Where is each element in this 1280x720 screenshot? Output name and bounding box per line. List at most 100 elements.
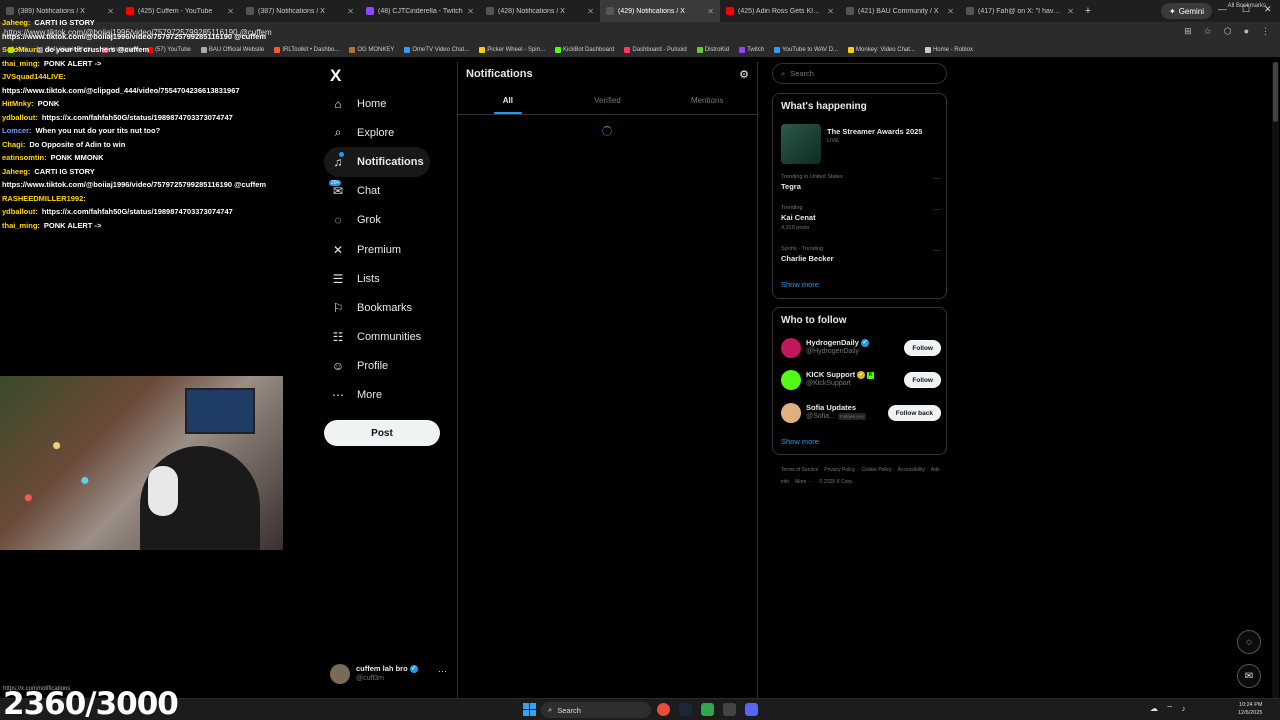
account-switcher[interactable]: cuffem lah bro ✓ @cuff3m ··· (330, 662, 450, 686)
browser-tab[interactable]: (421) BAU Community / X ✕ (840, 0, 960, 22)
footer-link[interactable]: Cookie Policy (861, 467, 891, 473)
bookmark-item[interactable]: KickBot Dashboard (554, 46, 614, 53)
trend-item[interactable]: Sports · Trending Charlie Becker ··· (781, 246, 941, 274)
bookmark-item[interactable]: YouTube to WAV D... (774, 46, 838, 53)
chat-message: thai_ming: PONK ALERT -> (2, 57, 302, 71)
page-title: Notifications (466, 68, 533, 80)
all-bookmarks[interactable]: All Bookmarks (1228, 3, 1266, 9)
x-logo[interactable]: X (330, 66, 341, 86)
cloud-icon[interactable]: ☁ (1150, 704, 1158, 714)
nav-item-lists[interactable]: ☰ Lists (324, 264, 454, 293)
menu-icon[interactable]: ⋮ (1261, 26, 1270, 37)
nav-item-more[interactable]: ⋯ More (324, 381, 454, 410)
show-more-follow-link[interactable]: Show more (781, 437, 819, 446)
bookmark-item[interactable]: Dashboard - Pulsoid (624, 46, 687, 53)
tab-all[interactable]: All (458, 90, 558, 114)
taskbar-search[interactable]: ⌕ Search (541, 702, 651, 718)
discord-icon[interactable] (745, 703, 758, 716)
tab-favicon-icon (606, 7, 614, 15)
tab-mentions[interactable]: Mentions (657, 90, 757, 114)
bookmark-item[interactable]: Home - Roblox (924, 46, 973, 53)
browser-tab[interactable]: (429) Notifications / X ✕ (600, 0, 720, 22)
footer-link[interactable]: More ··· (795, 479, 813, 485)
nav-item-grok[interactable]: ◌ Grok (324, 206, 454, 235)
close-tab-icon[interactable]: ✕ (1067, 7, 1074, 16)
nav-item-premium[interactable]: ✕ Premium (324, 235, 454, 264)
nav-item-home[interactable]: ⌂ Home (324, 89, 454, 118)
follow-button[interactable]: Follow (904, 372, 941, 388)
nav-item-profile[interactable]: ☺ Profile (324, 352, 454, 381)
gemini-button[interactable]: ✦ Gemini (1161, 3, 1213, 19)
chat-icon: ✉ (332, 184, 344, 199)
bookmark-item[interactable]: Twitch (739, 46, 764, 53)
close-tab-icon[interactable]: ✕ (587, 7, 594, 16)
nav-item-notifications[interactable]: ♫ Notifications (324, 147, 430, 177)
post-button[interactable]: Post (324, 420, 440, 446)
close-tab-icon[interactable]: ✕ (947, 7, 954, 16)
messages-icon[interactable]: ✉ (1237, 664, 1261, 688)
follows-you-badge: Follows you (837, 413, 866, 420)
install-icon[interactable]: ⊞ (1184, 26, 1192, 37)
follow-button[interactable]: Follow (904, 340, 941, 356)
chat-text: CARTI IG STORY (34, 18, 95, 27)
live-event[interactable]: The Streamer Awards 2025 LIVE (781, 124, 941, 164)
nav-item-bookmarks[interactable]: ⚐ Bookmarks (324, 293, 454, 322)
browser-tab[interactable]: (417) Fah@ on X: "I have boug✕ (960, 0, 1080, 22)
close-tab-icon[interactable]: ✕ (827, 7, 834, 16)
bookmark-item[interactable]: OmeTV Video Chat... (404, 46, 469, 53)
home-icon: ⌂ (334, 96, 342, 111)
search-input[interactable]: ⌕ Search (772, 63, 947, 84)
browser-tab[interactable]: (48) CJTCinderella - Twitch ✕ (360, 0, 480, 22)
close-tab-icon[interactable]: ✕ (227, 7, 234, 16)
footer-link[interactable]: © 2025 X Corp. (819, 479, 854, 485)
chrome-icon[interactable] (657, 703, 670, 716)
volume-icon[interactable]: ♪ (1182, 704, 1186, 714)
more-icon[interactable]: ··· (933, 246, 941, 255)
windows-start-icon[interactable] (523, 703, 536, 716)
more-icon[interactable]: ··· (933, 174, 941, 183)
follow-suggestion[interactable]: KICK Support ✓ K @KickSupport Follow (781, 369, 941, 393)
wifi-icon[interactable]: ⌔ (1166, 704, 1174, 714)
close-tab-icon[interactable]: ✕ (347, 7, 354, 16)
close-tab-icon[interactable]: ✕ (467, 7, 474, 16)
follow-suggestion[interactable]: HydrogenDaily ✓ @HydrogenDaily Follow (781, 337, 941, 361)
clock[interactable]: 10:24 PM 12/6/2025 (1238, 701, 1262, 717)
star-icon[interactable]: ☆ (1204, 26, 1212, 37)
show-more-trends-link[interactable]: Show more (781, 280, 819, 289)
follow-button[interactable]: Follow back (887, 405, 941, 421)
footer-link[interactable]: Terms of Service (781, 467, 818, 473)
tab-verified[interactable]: Verified (558, 90, 658, 114)
trend-post-count: 4,319 posts (781, 225, 810, 231)
page-scrollbar[interactable] (1272, 62, 1279, 698)
extension-icon[interactable]: ⬡ (1224, 26, 1232, 37)
bookmark-item[interactable]: OG MONKEY (349, 46, 394, 53)
obs-icon[interactable] (723, 703, 736, 716)
footer-link[interactable]: Accessibility (898, 467, 925, 473)
close-tab-icon[interactable]: ✕ (107, 7, 114, 16)
profile-icon[interactable]: ● (1244, 26, 1249, 37)
minimize-icon[interactable]: — (1218, 4, 1227, 14)
bookmark-item[interactable]: Monkey: Video Chat... (848, 46, 915, 53)
new-tab-button[interactable]: + (1080, 5, 1096, 17)
nav-item-explore[interactable]: ⌕ Explore (324, 118, 454, 147)
more-icon[interactable]: ··· (438, 666, 447, 676)
scrollbar-thumb[interactable] (1273, 62, 1278, 122)
browser-tab[interactable]: (428) Notifications / X ✕ (480, 0, 600, 22)
trend-item[interactable]: Trending Kai Cenat 4,319 posts ··· (781, 205, 941, 233)
browser-tab[interactable]: (425) Adin Ross Gets KICKED O ✕ (720, 0, 840, 22)
close-tab-icon[interactable]: ✕ (707, 7, 714, 16)
more-icon[interactable]: ··· (933, 205, 941, 214)
steam-icon[interactable] (679, 703, 692, 716)
follow-suggestion[interactable]: Sofia Updates @Sofia... Follows you Follow … (781, 402, 941, 426)
bookmark-favicon-icon (624, 46, 631, 53)
bookmark-item[interactable]: Picker Wheel - Spin... (479, 46, 545, 53)
grok-icon[interactable]: ◌ (1237, 630, 1261, 654)
nav-item-communities[interactable]: ☷ Communities (324, 323, 454, 352)
gear-icon[interactable]: ⚙ (739, 68, 749, 81)
footer-link[interactable]: Privacy Policy (824, 467, 855, 473)
bookmark-item[interactable]: DistroKid (696, 46, 729, 53)
chat-text: CARTI IG STORY (34, 166, 95, 176)
nav-item-chat[interactable]: ✉ 20+ Chat (324, 177, 454, 206)
trend-item[interactable]: Trending in United States Tegra ··· (781, 174, 941, 202)
app-icon[interactable] (701, 703, 714, 716)
